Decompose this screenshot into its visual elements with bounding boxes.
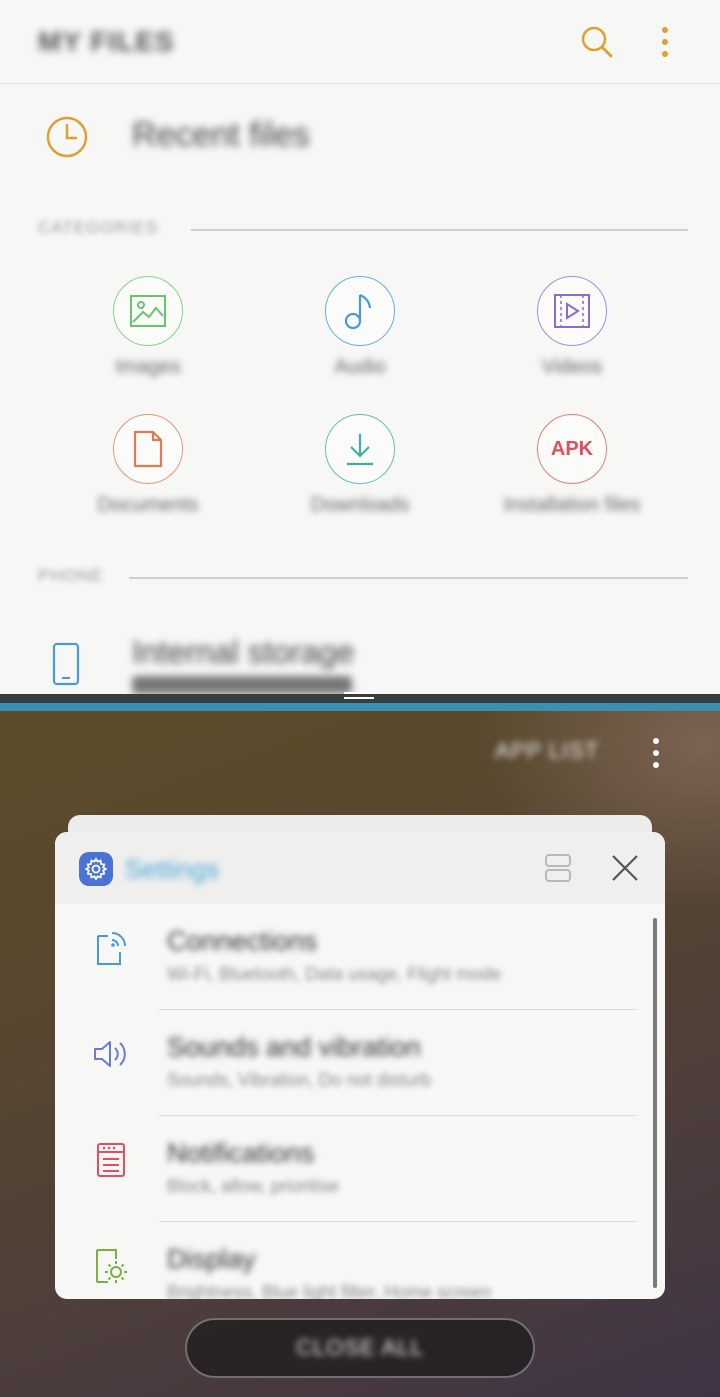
categories-section-header: CATEGORIES: [0, 215, 720, 245]
apk-icon: APK: [537, 414, 607, 484]
setting-subtitle: Wi-Fi, Bluetooth, Data usage, Flight mod…: [167, 964, 502, 984]
speaker-icon: [94, 1041, 126, 1067]
settings-item-connections[interactable]: Connections Wi-Fi, Bluetooth, Data usage…: [55, 904, 655, 1010]
document-icon: [133, 430, 163, 468]
setting-subtitle: Sounds, Vibration, Do not disturb: [167, 1070, 431, 1090]
download-icon: [347, 434, 373, 466]
split-screen-icon[interactable]: [543, 852, 573, 884]
setting-title: Sounds and vibration: [167, 1032, 421, 1062]
category-downloads[interactable]: Downloads: [254, 408, 466, 538]
category-audio[interactable]: Audio: [254, 270, 466, 400]
recent-files-label: Recent files: [132, 116, 310, 154]
clock-icon: [46, 116, 88, 158]
display-icon: [96, 1249, 127, 1283]
internal-storage-row[interactable]: Internal storage: [0, 626, 720, 694]
section-divider: [191, 229, 688, 231]
connections-icon: [97, 932, 126, 965]
setting-title: Notifications: [167, 1138, 315, 1168]
settings-item-notifications[interactable]: Notifications Block, allow, prioritise: [55, 1116, 655, 1222]
category-downloads-circle: [325, 414, 395, 484]
more-vert-icon: [653, 738, 659, 768]
storage-usage-text: [132, 676, 352, 694]
recent-app-card-settings[interactable]: Settings Connections Wi-Fi, Bluetooth, D…: [55, 832, 665, 1299]
search-button[interactable]: [577, 22, 617, 62]
gear-icon: [84, 857, 108, 881]
settings-item-sounds[interactable]: Sounds and vibration Sounds, Vibration, …: [55, 1010, 655, 1116]
notifications-icon: [97, 1143, 125, 1177]
recent-apps-screen: APP LIST Settings Connections Wi-Fi, Blu…: [0, 711, 720, 1397]
settings-app-icon: [79, 852, 113, 886]
setting-title: Display: [167, 1244, 256, 1274]
search-icon: [581, 26, 613, 58]
categories-header-label: CATEGORIES: [38, 218, 159, 237]
section-divider: [129, 577, 688, 579]
notifications-icon-wrap: [91, 1138, 131, 1182]
app-list-button[interactable]: APP LIST: [495, 738, 599, 764]
category-documents[interactable]: Documents: [42, 408, 254, 538]
card-header: Settings: [55, 832, 665, 904]
category-label: Audio: [334, 356, 386, 378]
category-videos[interactable]: Videos: [466, 270, 678, 400]
category-label: Installation files: [503, 494, 641, 516]
divider-handle[interactable]: [344, 692, 374, 702]
more-vert-icon: [662, 27, 668, 57]
settings-item-display[interactable]: Display Brightness, Blue light filter, H…: [55, 1222, 655, 1299]
setting-subtitle: Brightness, Blue light filter, Home scre…: [167, 1282, 492, 1299]
category-images-circle: [113, 276, 183, 346]
scrollbar[interactable]: [653, 918, 657, 1288]
internal-storage-label: Internal storage: [132, 634, 355, 670]
category-label: Documents: [97, 494, 199, 516]
app-title: MY FILES: [38, 26, 175, 57]
category-label: Videos: [541, 356, 603, 378]
more-options-button[interactable]: [645, 22, 685, 62]
divider-accent-bar: [0, 703, 720, 711]
close-all-button[interactable]: CLOSE ALL: [185, 1318, 535, 1378]
phone-header-label: PHONE: [38, 566, 104, 585]
setting-title: Connections: [167, 926, 318, 956]
app-bar: MY FILES: [0, 0, 720, 84]
recent-apps-more-button[interactable]: [643, 733, 669, 773]
image-icon: [130, 295, 166, 327]
category-videos-circle: [537, 276, 607, 346]
recent-files-row[interactable]: Recent files: [0, 96, 720, 178]
category-images[interactable]: Images: [42, 270, 254, 400]
close-all-label: CLOSE ALL: [296, 1335, 424, 1360]
connections-icon-wrap: [91, 926, 131, 970]
phone-section-header: PHONE: [0, 563, 720, 593]
phone-icon: [52, 642, 80, 686]
close-icon[interactable]: [607, 850, 643, 886]
my-files-window: MY FILES Recent files CATEGORIES Images …: [0, 0, 720, 694]
music-note-icon: [344, 293, 372, 330]
card-app-title: Settings: [125, 854, 219, 884]
video-icon: [554, 294, 590, 328]
category-label: Images: [115, 356, 181, 378]
apk-badge: APK: [550, 437, 594, 460]
category-label: Downloads: [310, 494, 410, 516]
speaker-icon-wrap: [91, 1032, 131, 1076]
display-icon-wrap: [91, 1244, 131, 1288]
category-audio-circle: [325, 276, 395, 346]
category-installation-files[interactable]: APK Installation files: [466, 408, 678, 538]
setting-subtitle: Block, allow, prioritise: [167, 1176, 340, 1196]
category-documents-circle: [113, 414, 183, 484]
